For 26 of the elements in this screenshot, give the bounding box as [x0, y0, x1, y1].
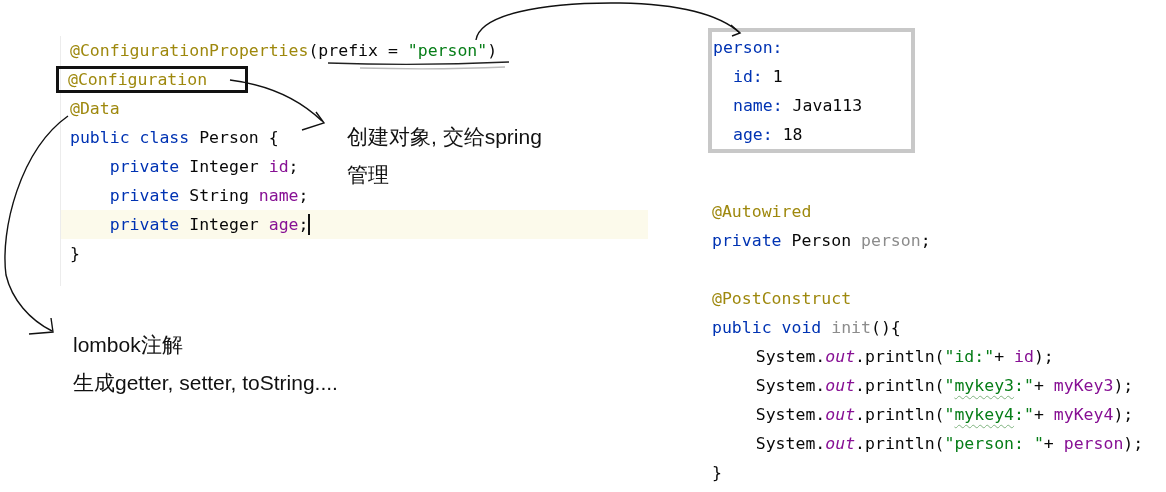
text-cursor: [308, 214, 311, 235]
code-line: @PostConstruct: [712, 288, 853, 310]
code-line: @ConfigurationProperties(prefix = "person"): [69, 40, 498, 62]
code-line: private String name;: [108, 185, 309, 207]
code-line: @Autowired: [712, 201, 813, 223]
note-text: 创建对象, 交给spring: [347, 124, 542, 150]
code-line: }: [69, 243, 80, 265]
code-line: public class Person {: [69, 127, 279, 149]
code-line: System.out.println("mykey4:"+ myKey4);: [754, 404, 1135, 426]
code-line: System.out.println("id:"+ id);: [754, 346, 1055, 368]
code-line: private Integer age;: [108, 214, 309, 236]
code-line: private Integer id;: [108, 156, 299, 178]
note-text: 管理: [347, 162, 390, 188]
code-line: private Person person;: [712, 230, 932, 252]
note-text: lombok注解: [73, 332, 184, 358]
code-line: @Configuration: [57, 67, 248, 92]
code-line: System.out.println("person: "+ person);: [754, 433, 1144, 455]
code-line: @Data: [69, 98, 120, 120]
code-line: }: [712, 462, 723, 484]
yaml-line: name: Java113: [732, 95, 864, 117]
yaml-line: age: 18: [732, 124, 804, 146]
code-line: System.out.println("mykey3:"+ myKey3);: [754, 375, 1135, 397]
yaml-line: person:: [713, 37, 784, 59]
note-text: 生成getter, setter, toString....: [73, 370, 338, 396]
code-line: public void init(){: [712, 317, 902, 339]
yaml-line: id: 1: [732, 66, 784, 88]
